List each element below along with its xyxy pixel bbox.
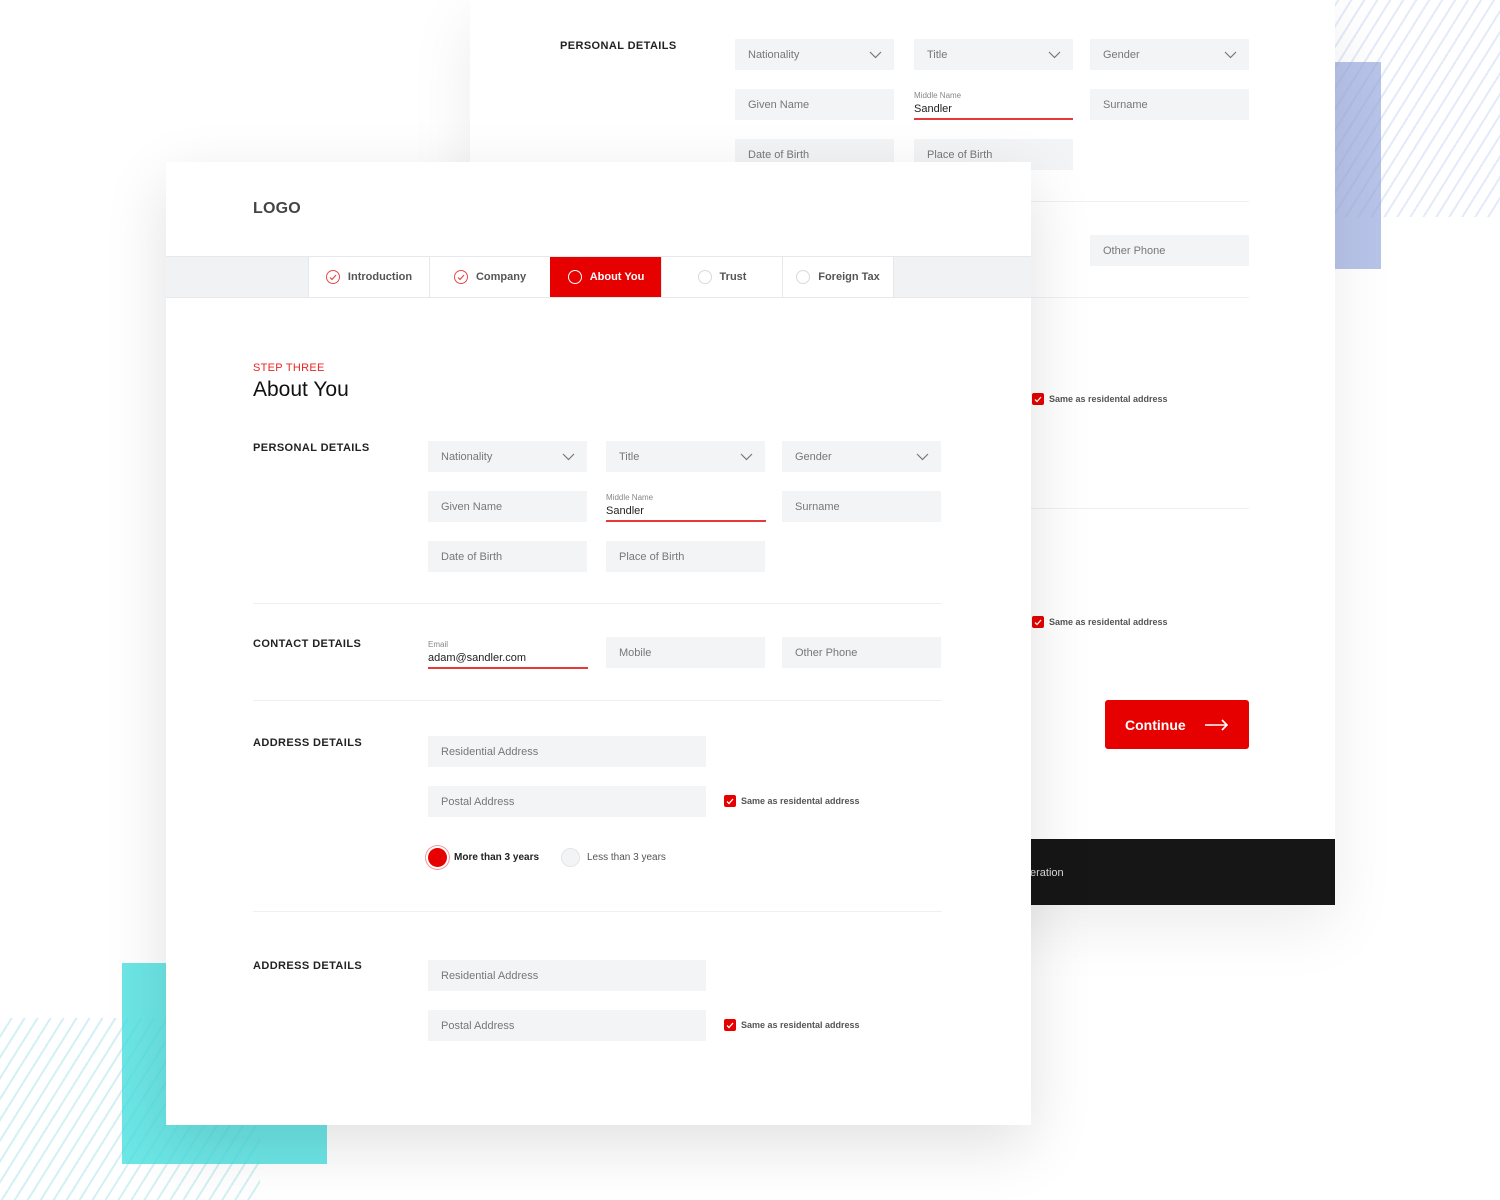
personal-details-label: PERSONAL DETAILS bbox=[253, 442, 370, 454]
step-tabs: Introduction Company About You Trust For… bbox=[166, 256, 1031, 298]
date-of-birth-input[interactable]: Date of Birth bbox=[428, 541, 587, 572]
address-details-label-2: ADDRESS DETAILS bbox=[253, 960, 363, 972]
check-circle-icon bbox=[453, 270, 468, 284]
back-other-phone-input[interactable]: Other Phone bbox=[1090, 235, 1249, 266]
checkmark-icon bbox=[724, 795, 736, 807]
chevron-down-icon bbox=[869, 51, 882, 58]
checkmark-icon bbox=[1032, 616, 1044, 628]
chevron-down-icon bbox=[562, 453, 575, 460]
chevron-down-icon bbox=[916, 453, 929, 460]
continue-button[interactable]: Continue bbox=[1105, 700, 1249, 749]
place-of-birth-input[interactable]: Place of Birth bbox=[606, 541, 765, 572]
back-same-address-checkbox-2[interactable]: Same as residental address bbox=[1032, 616, 1168, 628]
chevron-down-icon bbox=[1048, 51, 1061, 58]
back-personal-details-label: PERSONAL DETAILS bbox=[560, 40, 677, 52]
front-form-card: LOGO Introduction Company About You Trus… bbox=[166, 162, 1031, 1125]
step-label: STEP THREE bbox=[253, 362, 325, 374]
back-nationality-select[interactable]: Nationality bbox=[735, 39, 894, 70]
radio-more-than-3-years[interactable]: More than 3 years bbox=[428, 848, 539, 867]
back-gender-select[interactable]: Gender bbox=[1090, 39, 1249, 70]
middle-name-input[interactable]: Middle Name Sandler bbox=[606, 486, 766, 522]
back-title-select[interactable]: Title bbox=[914, 39, 1073, 70]
circle-icon bbox=[796, 270, 811, 284]
gender-select[interactable]: Gender bbox=[782, 441, 941, 472]
back-given-name-input[interactable]: Given Name bbox=[735, 89, 894, 120]
postal-address-input[interactable]: Postal Address bbox=[428, 786, 706, 817]
page-title: About You bbox=[253, 378, 349, 401]
back-middle-name-input[interactable]: Middle Name Sandler bbox=[914, 84, 1073, 120]
logo: LOGO bbox=[253, 200, 301, 217]
tab-company[interactable]: Company bbox=[429, 257, 550, 297]
residential-address-input[interactable]: Residential Address bbox=[428, 736, 706, 767]
circle-icon bbox=[567, 270, 582, 284]
contact-details-label: CONTACT DETAILS bbox=[253, 638, 362, 650]
tab-foreign-tax[interactable]: Foreign Tax bbox=[782, 257, 894, 297]
residential-address-input-2[interactable]: Residential Address bbox=[428, 960, 706, 991]
divider bbox=[253, 700, 942, 701]
surname-input[interactable]: Surname bbox=[782, 491, 941, 522]
divider bbox=[253, 603, 942, 604]
same-as-residential-checkbox[interactable]: Same as residental address bbox=[724, 795, 860, 807]
radio-less-than-3-years[interactable]: Less than 3 years bbox=[561, 848, 666, 867]
tab-about-you[interactable]: About You bbox=[550, 257, 661, 297]
address-details-label: ADDRESS DETAILS bbox=[253, 737, 363, 749]
tab-introduction[interactable]: Introduction bbox=[308, 257, 429, 297]
nationality-select[interactable]: Nationality bbox=[428, 441, 587, 472]
back-same-address-checkbox-1[interactable]: Same as residental address bbox=[1032, 393, 1168, 405]
given-name-input[interactable]: Given Name bbox=[428, 491, 587, 522]
chevron-down-icon bbox=[1224, 51, 1237, 58]
decor-blue-block bbox=[1335, 62, 1381, 269]
other-phone-input[interactable]: Other Phone bbox=[782, 637, 941, 668]
mobile-input[interactable]: Mobile bbox=[606, 637, 765, 668]
back-surname-input[interactable]: Surname bbox=[1090, 89, 1249, 120]
divider bbox=[253, 911, 942, 912]
email-input[interactable]: Email adam@sandler.com bbox=[428, 632, 588, 669]
check-circle-icon bbox=[325, 270, 340, 284]
checkmark-icon bbox=[724, 1019, 736, 1031]
tab-trust[interactable]: Trust bbox=[661, 257, 782, 297]
postal-address-input-2[interactable]: Postal Address bbox=[428, 1010, 706, 1041]
radio-selected-icon bbox=[428, 848, 447, 867]
checkmark-icon bbox=[1032, 393, 1044, 405]
same-as-residential-checkbox-2[interactable]: Same as residental address bbox=[724, 1019, 860, 1031]
arrow-right-icon bbox=[1205, 718, 1229, 731]
radio-unselected-icon bbox=[561, 848, 580, 867]
circle-icon bbox=[697, 270, 712, 284]
chevron-down-icon bbox=[740, 453, 753, 460]
title-select[interactable]: Title bbox=[606, 441, 765, 472]
